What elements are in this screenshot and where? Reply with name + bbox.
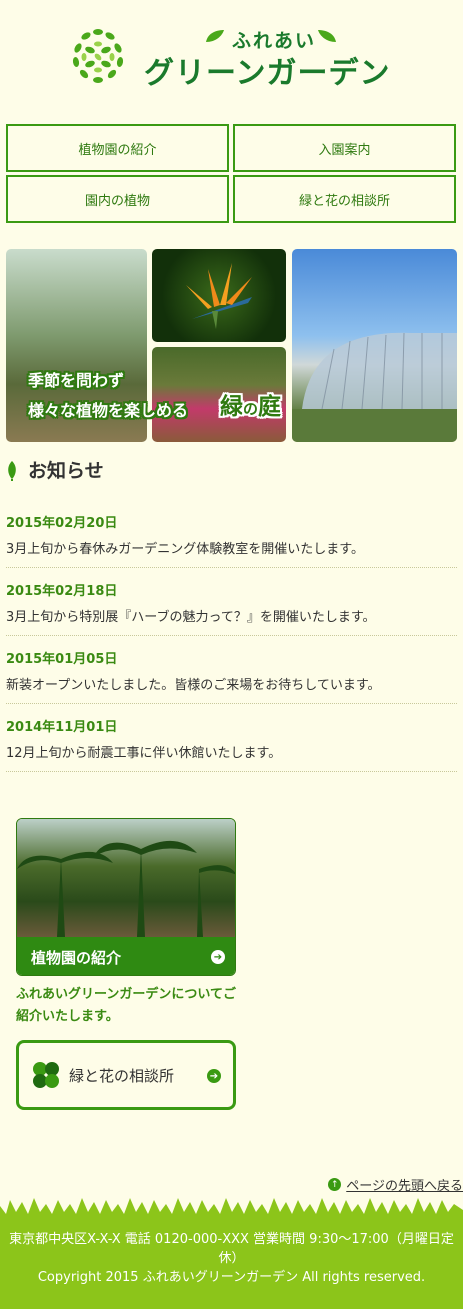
news-item: 2015年02月20日 3月上旬から春休みガーデニング体験教室を開催いたします。 bbox=[6, 500, 457, 568]
footer-address: 東京都中央区X-X-X 電話 0120-000-XXX 営業時間 9:30～17… bbox=[9, 1232, 454, 1266]
news-item: 2014年11月01日 12月上旬から耐震工事に伴い休館いたします。 bbox=[6, 704, 457, 772]
hero-banner: 季節を問わず 様々な植物を楽しめる 緑の庭 bbox=[6, 249, 457, 442]
news-item: 2015年01月05日 新装オープンいたしました。皆様のご来場をお待ちしています… bbox=[6, 636, 457, 704]
page-top-link[interactable]: ↑ ページの先頭へ戻る bbox=[328, 1175, 463, 1194]
page-top-label: ページの先頭へ戻る bbox=[346, 1179, 463, 1194]
nav-item-consultation[interactable]: 緑と花の相談所 bbox=[233, 175, 456, 223]
hero-highlight-b: の bbox=[243, 400, 259, 418]
news-date: 2014年11月01日 bbox=[6, 720, 118, 735]
greenhouse-exterior-photo bbox=[292, 249, 457, 442]
clover-icon bbox=[33, 1062, 59, 1088]
bird-of-paradise-photo bbox=[152, 249, 286, 342]
news-date: 2015年02月20日 bbox=[6, 516, 118, 531]
hero-line2: 様々な植物を楽しめる bbox=[28, 401, 189, 420]
news-title: お知らせ bbox=[28, 460, 104, 482]
logo-leaf-ball-icon bbox=[68, 26, 128, 86]
news-text: 新装オープンいたしました。皆様のご来場をお待ちしています。 bbox=[6, 678, 381, 693]
grass-decoration bbox=[0, 1198, 463, 1220]
garden-intro-bar: 植物園の紹介 ➔ bbox=[17, 937, 235, 975]
site-footer: 東京都中央区X-X-X 電話 0120-000-XXX 営業時間 9:30～17… bbox=[0, 1196, 463, 1309]
garden-intro-card[interactable]: 植物園の紹介 ➔ bbox=[16, 818, 236, 976]
leaf-icon bbox=[318, 30, 336, 42]
news-item: 2015年02月18日 3月上旬から特別展『ハーブの魅力って？』を開催いたします… bbox=[6, 568, 457, 636]
garden-intro-label: 植物園の紹介 bbox=[31, 948, 122, 967]
news-heading: お知らせ bbox=[6, 456, 104, 483]
leaf-icon bbox=[206, 30, 224, 42]
news-date: 2015年01月05日 bbox=[6, 652, 118, 667]
hero-line1: 季節を問わず bbox=[28, 371, 125, 390]
footer-info: 東京都中央区X-X-X 電話 0120-000-XXX 営業時間 9:30～17… bbox=[0, 1218, 463, 1309]
news-list: 2015年02月20日 3月上旬から春休みガーデニング体験教室を開催いたします。… bbox=[6, 500, 457, 772]
news-text: 12月上旬から耐震工事に伴い休館いたします。 bbox=[6, 746, 282, 761]
nav-item-admission[interactable]: 入園案内 bbox=[233, 124, 456, 172]
main-nav: 植物園の紹介 入園案内 園内の植物 緑と花の相談所 bbox=[6, 124, 457, 225]
consultation-button[interactable]: 緑と花の相談所 ➔ bbox=[16, 1040, 236, 1110]
news-text: 3月上旬から春休みガーデニング体験教室を開催いたします。 bbox=[6, 542, 364, 557]
hero-highlight-c: 庭 bbox=[258, 394, 282, 420]
leaf-bullet-icon bbox=[8, 460, 16, 481]
greenhouse-palm-photo bbox=[17, 819, 235, 937]
footer-copyright: Copyright 2015 ふれあいグリーンガーデン All rights r… bbox=[37, 1270, 426, 1285]
nav-item-plants[interactable]: 園内の植物 bbox=[6, 175, 229, 223]
hero-highlight-a: 緑 bbox=[220, 394, 243, 420]
site-header: ふれあい グリーンガーデン bbox=[0, 0, 463, 118]
arrow-right-icon: ➔ bbox=[207, 1069, 221, 1083]
logo-title[interactable]: グリーンガーデン bbox=[144, 48, 391, 92]
news-text: 3月上旬から特別展『ハーブの魅力って？』を開催いたします。 bbox=[6, 610, 376, 625]
arrow-up-icon: ↑ bbox=[328, 1178, 342, 1191]
hero-highlight: 緑の庭 bbox=[220, 387, 281, 421]
news-date: 2015年02月18日 bbox=[6, 584, 118, 599]
consultation-label: 緑と花の相談所 bbox=[69, 1066, 175, 1085]
arrow-right-icon: ➔ bbox=[211, 950, 225, 964]
nav-item-garden-intro[interactable]: 植物園の紹介 bbox=[6, 124, 229, 172]
garden-intro-description: ふれあいグリーンガーデンについてご紹介いたします。 bbox=[16, 987, 236, 1024]
